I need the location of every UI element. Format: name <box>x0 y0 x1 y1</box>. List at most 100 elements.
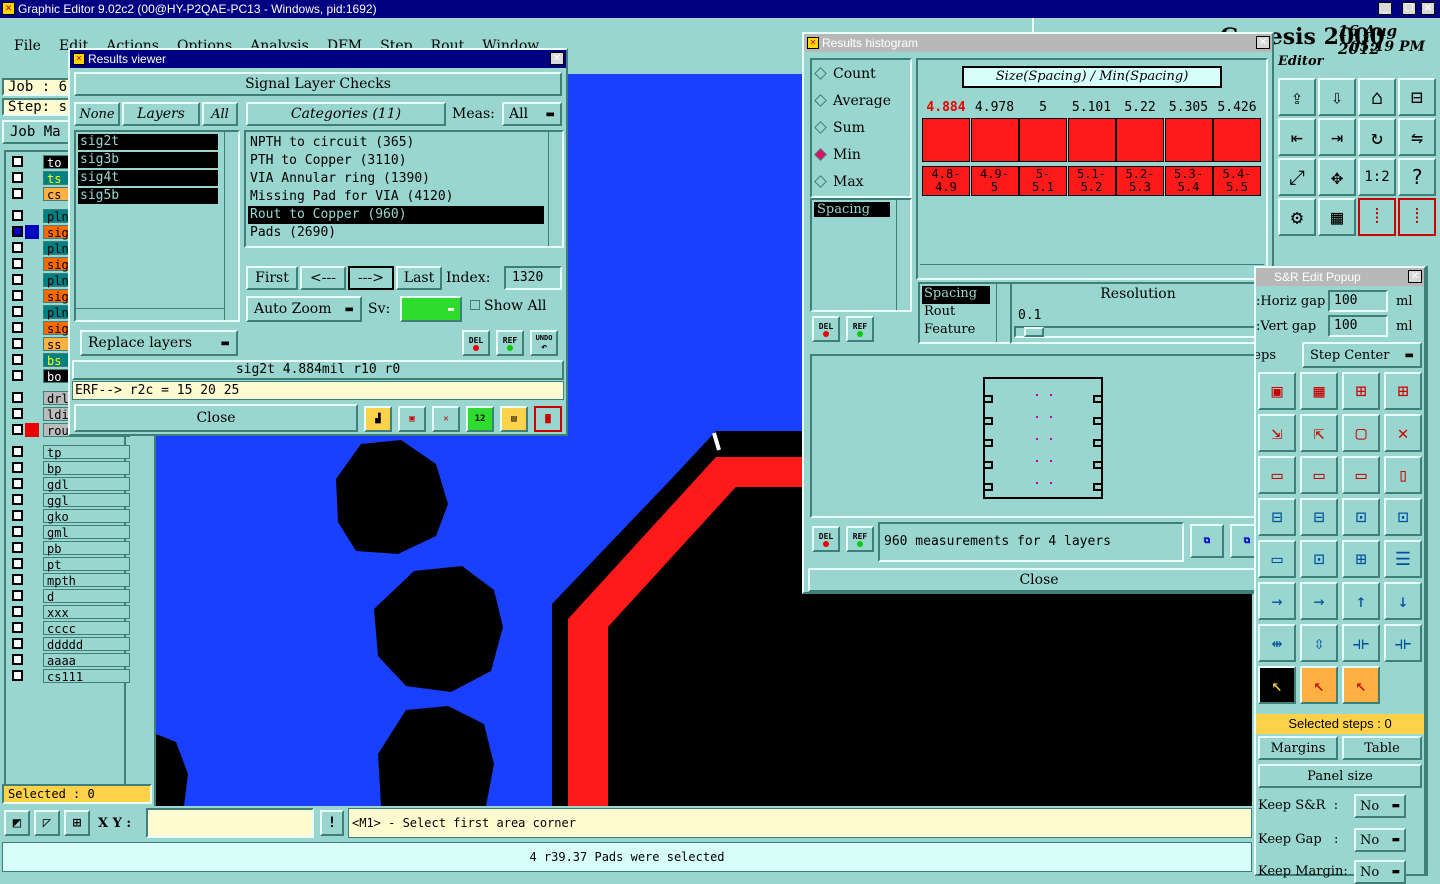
close-icon[interactable]: ✕ <box>1408 270 1422 283</box>
preview-del-button[interactable]: DEL <box>812 526 840 552</box>
layer-row[interactable]: gdl <box>12 476 130 492</box>
select-pointer-icon[interactable]: ↖ <box>1258 666 1296 704</box>
move-left-icon[interactable]: ⇤ <box>1278 118 1316 156</box>
layer-checkbox[interactable] <box>12 188 23 199</box>
layer-checkbox[interactable] <box>12 526 23 537</box>
layer-checkbox[interactable] <box>12 322 23 333</box>
stat-option-min[interactable]: Min <box>812 141 910 168</box>
layer-row[interactable]: ddddd <box>12 636 130 652</box>
move-right-edge-icon[interactable]: → <box>1300 582 1338 620</box>
tools-icon[interactable]: ⚙ <box>1278 198 1316 236</box>
distribute-icon-2[interactable]: ⊡ <box>1300 540 1338 578</box>
delete-step-icon[interactable]: ✕ <box>1384 414 1422 452</box>
layer-row[interactable]: mpth <box>12 572 130 588</box>
layer-row[interactable]: d <box>12 588 130 604</box>
zoom-area-icon[interactable]: ◩ <box>4 810 30 836</box>
layer-checkbox[interactable] <box>12 370 23 381</box>
histogram-icon[interactable]: ▇ <box>534 406 562 432</box>
home-icon[interactable]: ⌂ <box>1358 78 1396 116</box>
layer-row[interactable]: pt <box>12 556 130 572</box>
resolution-slider[interactable] <box>1014 326 1262 338</box>
histogram-bar[interactable] <box>922 118 970 162</box>
layer-row[interactable]: pb <box>12 540 130 556</box>
del-button[interactable]: DEL <box>462 330 490 356</box>
results-viewer-titlebar[interactable]: ✕ Results viewer ✕ <box>70 50 566 68</box>
meas-dropdown[interactable]: All ▬ <box>502 102 562 126</box>
next-button[interactable]: ---> <box>348 266 394 290</box>
undo-button[interactable]: UNDO ↶ <box>530 330 558 356</box>
layer-checkbox[interactable] <box>12 590 23 601</box>
scale-1-2-icon[interactable]: 1:2 <box>1358 158 1396 196</box>
horiz-gap-input[interactable]: 100 <box>1328 290 1388 312</box>
measure-list-vscroll[interactable] <box>896 200 910 310</box>
zoom-in-icon[interactable]: ⧉ <box>1190 524 1224 558</box>
layer-checkbox[interactable] <box>12 574 23 585</box>
layer-row[interactable]: gml <box>12 524 130 540</box>
hist-del-button[interactable]: DEL <box>812 316 840 342</box>
histogram-bar[interactable] <box>1164 118 1213 162</box>
last-button[interactable]: Last <box>396 266 442 290</box>
menu-file[interactable]: File <box>14 38 41 54</box>
step-array-icon-3[interactable]: ⊞ <box>1342 372 1380 410</box>
job-matrix-button[interactable]: Job Ma <box>2 120 74 144</box>
layer-row[interactable]: ggl <box>12 492 130 508</box>
move-right-icon[interactable]: ⇥ <box>1318 118 1356 156</box>
keep-sr-dropdown[interactable]: No ▬ <box>1354 794 1406 818</box>
layer-row[interactable]: aaaa <box>12 652 130 668</box>
distribute-icon-4[interactable]: ☰ <box>1384 540 1422 578</box>
category-item[interactable]: PTH to Copper (3110) <box>248 152 544 170</box>
histogram-bar[interactable] <box>970 118 1019 162</box>
stat-option-count[interactable]: Count <box>812 60 910 87</box>
xy-input[interactable] <box>146 808 314 838</box>
layer-checkbox[interactable] <box>12 558 23 569</box>
layer-checkbox[interactable] <box>12 172 23 183</box>
layers-button[interactable]: Layers <box>122 102 200 126</box>
type-list-item[interactable]: Feature <box>922 322 990 340</box>
categories-button[interactable]: Categories (11) <box>246 102 446 126</box>
layer-row[interactable]: gko <box>12 508 130 524</box>
first-button[interactable]: First <box>246 266 298 290</box>
align-icon-2[interactable]: ⊟ <box>1300 498 1338 536</box>
margins-button[interactable]: Margins <box>1258 736 1338 760</box>
layer-list-hscroll[interactable] <box>76 308 224 320</box>
red-box-icon[interactable]: ▣ <box>398 406 426 432</box>
histogram-close-button[interactable]: Close <box>808 568 1270 592</box>
type-list-item[interactable]: Spacing <box>922 286 990 304</box>
layer-checkbox[interactable] <box>12 156 23 167</box>
keep-margin-dropdown[interactable]: No ▬ <box>1354 860 1406 884</box>
category-item[interactable]: Pads (2690) <box>248 224 544 242</box>
category-item[interactable]: NPTH to circuit (365) <box>248 134 544 152</box>
split-step-icon[interactable]: ⇲ <box>1258 414 1296 452</box>
histogram-hscroll[interactable] <box>920 264 1264 276</box>
align-icon-1[interactable]: ⊟ <box>1258 498 1296 536</box>
sr-popup-titlebar[interactable]: S&R Edit Popup ✕ <box>1256 268 1424 286</box>
layer-checkbox[interactable] <box>12 446 23 457</box>
align-icon-4[interactable]: ⊡ <box>1384 498 1422 536</box>
resize-step-icon[interactable]: ⇱ <box>1300 414 1338 452</box>
none-button[interactable]: None <box>74 102 120 126</box>
center-v-icon[interactable]: ⟛ <box>1384 624 1422 662</box>
category-item[interactable]: VIA Annular ring (1390) <box>248 170 544 188</box>
measure-list-item[interactable]: Spacing <box>814 202 890 217</box>
result-layer-item[interactable]: sig5b <box>78 188 218 204</box>
type-list-item[interactable]: Rout <box>922 304 990 322</box>
layer-checkbox[interactable] <box>12 408 23 419</box>
graph-icon-1[interactable]: ▟ <box>364 406 392 432</box>
layer-row[interactable]: tp <box>12 444 130 460</box>
close-button[interactable]: Close <box>74 404 358 432</box>
measure-icon[interactable]: ◸ <box>34 810 60 836</box>
panel-size-button[interactable]: Panel size <box>1258 764 1422 788</box>
type-list-vscroll[interactable] <box>996 284 1010 342</box>
auto-zoom-dropdown[interactable]: Auto Zoom ▬ <box>246 296 362 322</box>
distribute-icon-1[interactable]: ▭ <box>1258 540 1296 578</box>
report-icon[interactable]: ▤ <box>500 406 528 432</box>
category-item[interactable]: Missing Pad for VIA (4120) <box>248 188 544 206</box>
stat-option-max[interactable]: Max <box>812 168 910 195</box>
result-layer-item[interactable]: sig4t <box>78 170 218 186</box>
layer-checkbox[interactable] <box>12 392 23 403</box>
type-list[interactable]: Spacing Rout Feature <box>918 282 1012 344</box>
prev-button[interactable]: <--- <box>300 266 346 290</box>
stat-option-average[interactable]: Average <box>812 87 910 114</box>
step-frame-icon-1[interactable]: ▭ <box>1258 456 1296 494</box>
category-item[interactable]: Rout to Copper (960) <box>248 206 544 224</box>
